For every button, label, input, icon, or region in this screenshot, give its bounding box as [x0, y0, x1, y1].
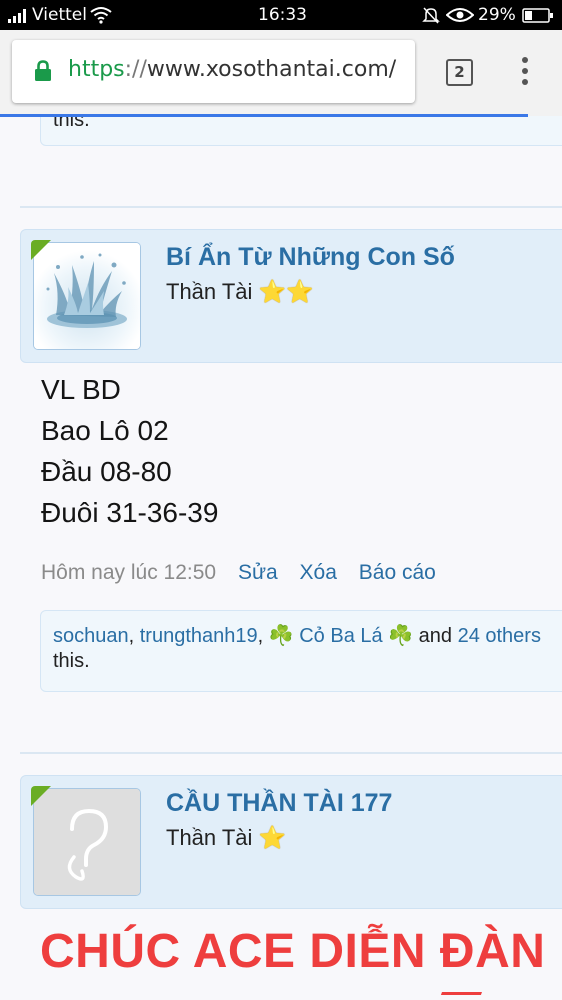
- separator: ,: [128, 625, 140, 647]
- tabs-button[interactable]: 2: [446, 59, 473, 86]
- post-divider: [20, 752, 562, 754]
- menu-button[interactable]: [514, 54, 536, 90]
- url-text[interactable]: https://www.xosothantai.com/: [68, 57, 396, 82]
- status-bar: Viettel 16:33 29%: [0, 0, 562, 30]
- liker-link[interactable]: Cỏ Ba Lá: [299, 625, 382, 647]
- headline-cutoff: [437, 992, 483, 1000]
- signal-icon: [8, 9, 26, 23]
- page-content: this. Bí Ẩn Từ Những Con Số Thần Tài ⭐⭐ …: [0, 116, 562, 1000]
- edit-link[interactable]: Sửa: [238, 561, 278, 584]
- url-host: www.xosothantai.com/: [146, 57, 397, 82]
- online-badge: [31, 786, 51, 806]
- wifi-icon: [90, 7, 112, 24]
- url-separator: ://: [124, 57, 147, 82]
- report-link[interactable]: Báo cáo: [359, 561, 436, 584]
- post-line: VL BD: [41, 374, 121, 405]
- liker-link[interactable]: sochuan: [53, 625, 129, 647]
- user-title: Thần Tài ⭐: [166, 825, 286, 851]
- user-info-panel: Bí Ẩn Từ Những Con Số Thần Tài ⭐⭐: [20, 229, 562, 363]
- rank-stars-icon: ⭐⭐: [258, 279, 314, 304]
- url-scheme: https: [68, 57, 125, 82]
- post-line: Đầu 08-80: [41, 456, 172, 487]
- likes-summary-box: sochuan, trungthanh19, ☘️ Cỏ Ba Lá ☘️ an…: [40, 610, 562, 692]
- battery-icon: [522, 8, 553, 23]
- browser-toolbar: https://www.xosothantai.com/ 2: [0, 30, 562, 116]
- menu-icon: [522, 57, 528, 85]
- likes-line: sochuan, trungthanh19, ☘️ Cỏ Ba Lá ☘️ an…: [53, 623, 541, 648]
- post-timestamp[interactable]: Hôm nay lúc 12:50: [41, 561, 216, 584]
- post-line: Bao Lô 02: [41, 415, 169, 446]
- mute-icon: [422, 7, 440, 24]
- username-link[interactable]: Bí Ẩn Từ Những Con Số: [166, 243, 455, 272]
- user-title-text: Thần Tài: [166, 825, 253, 850]
- address-bar[interactable]: https://www.xosothantai.com/: [12, 40, 415, 103]
- eye-icon: [446, 8, 474, 22]
- user-title: Thần Tài ⭐⭐: [166, 279, 313, 305]
- clover-icon: ☘️: [268, 625, 294, 647]
- post-meta: Hôm nay lúc 12:50 Sửa Xóa Báo cáo: [41, 561, 436, 585]
- carrier-name: Viettel: [32, 5, 87, 25]
- post-divider: [20, 206, 562, 208]
- post-line: Đuôi 31-36-39: [41, 497, 219, 528]
- username-link[interactable]: CẦU THẦN TÀI 177: [166, 789, 392, 818]
- previous-likes-box: this.: [40, 116, 562, 146]
- likes-tail-text: this.: [53, 116, 90, 131]
- user-title-text: Thần Tài: [166, 279, 253, 304]
- rank-stars-icon: ⭐: [258, 825, 286, 850]
- others-link[interactable]: 24 others: [458, 625, 541, 647]
- separator: ,: [257, 625, 269, 647]
- clover-icon: ☘️: [388, 625, 414, 647]
- lock-icon: [35, 60, 51, 81]
- delete-link[interactable]: Xóa: [300, 561, 337, 584]
- battery-percent: 29%: [478, 5, 516, 25]
- likes-tail-text: this.: [53, 650, 90, 672]
- and-text: and: [413, 625, 458, 647]
- online-badge: [31, 240, 51, 260]
- tabs-icon: 2: [454, 63, 465, 81]
- page-load-progress-bar: [0, 114, 528, 117]
- clock: 16:33: [258, 5, 307, 25]
- user-info-panel: CẦU THẦN TÀI 177 Thần Tài ⭐: [20, 775, 562, 909]
- post-headline: CHÚC ACE DIỄN ĐÀN: [40, 925, 546, 978]
- liker-link[interactable]: trungthanh19: [140, 625, 258, 647]
